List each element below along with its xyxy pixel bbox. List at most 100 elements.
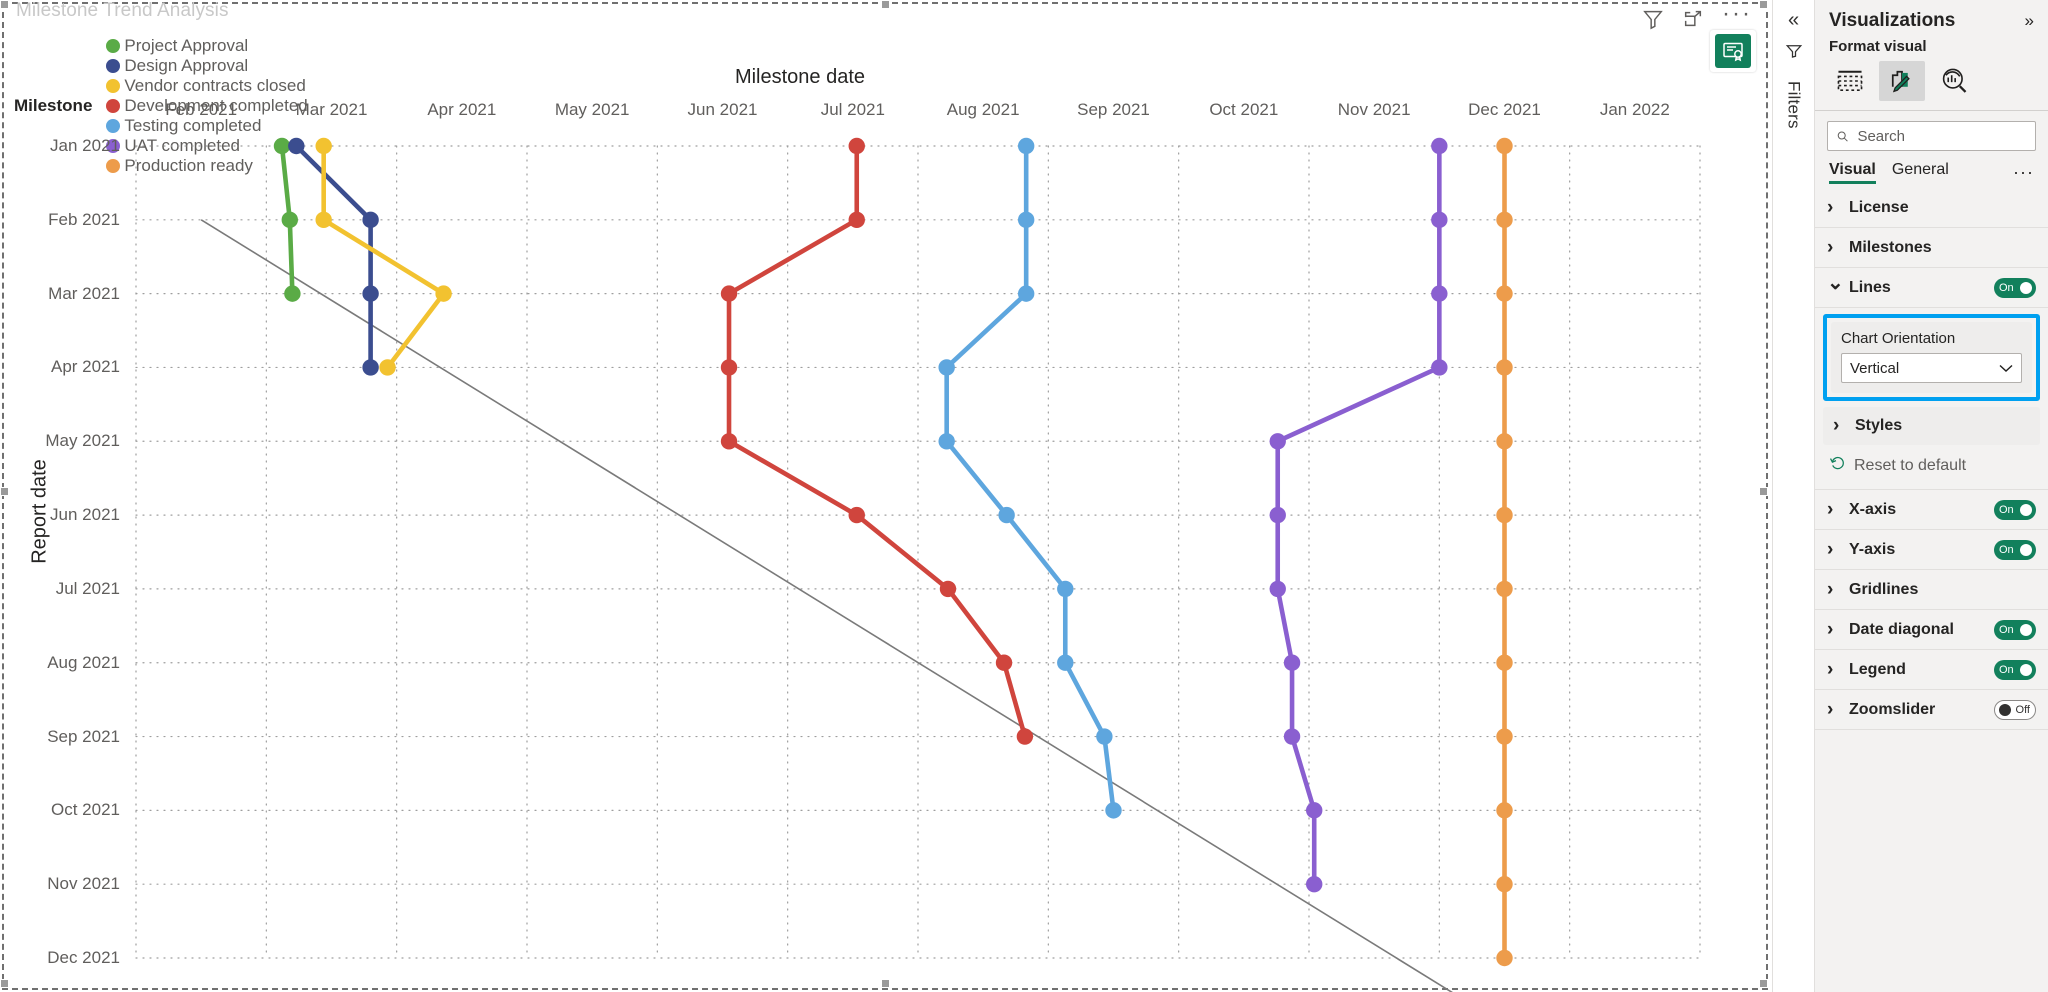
- toggle-switch[interactable]: On: [1994, 539, 2036, 560]
- format-card-date-diagonal[interactable]: › Date diagonal On: [1815, 610, 2048, 650]
- filter-funnel-icon[interactable]: [1785, 42, 1803, 65]
- filters-pane-collapsed[interactable]: « Filters: [1772, 0, 1814, 992]
- series-data-point[interactable]: [1017, 137, 1035, 155]
- series-data-point[interactable]: [938, 359, 955, 376]
- expand-filters-icon[interactable]: «: [1788, 10, 1799, 30]
- series-data-point[interactable]: [1057, 654, 1074, 671]
- series-data-point[interactable]: [938, 433, 955, 450]
- series-data-point[interactable]: [1017, 285, 1035, 302]
- series-data-point[interactable]: [284, 285, 301, 302]
- format-card-x-axis[interactable]: › X-axis On: [1815, 490, 2048, 530]
- series-data-point[interactable]: [379, 359, 396, 376]
- search-box[interactable]: [1827, 121, 2036, 151]
- series-data-point[interactable]: [1306, 802, 1323, 819]
- series-data-point[interactable]: [1017, 211, 1035, 229]
- series-data-point[interactable]: [362, 359, 379, 376]
- series-data-point[interactable]: [1016, 728, 1034, 745]
- pivot-visual[interactable]: Visual: [1829, 161, 1876, 184]
- milestone-trend-visual[interactable]: Milestone Trend Analysis ··· Milestone P…: [0, 0, 1772, 992]
- chart-series[interactable]: [288, 137, 379, 376]
- chevron-right-icon[interactable]: ›: [1827, 579, 1843, 601]
- pivot-overflow-icon[interactable]: ···: [2013, 162, 2034, 183]
- series-data-point[interactable]: [848, 137, 865, 155]
- chart-series[interactable]: [1269, 137, 1448, 893]
- series-data-point[interactable]: [362, 285, 379, 302]
- chart-series[interactable]: [315, 137, 452, 376]
- chart-series[interactable]: [938, 137, 1122, 819]
- chevron-right-icon[interactable]: ›: [1827, 499, 1843, 521]
- toggle-switch[interactable]: On: [1994, 277, 2036, 298]
- chart-orientation-dropdown[interactable]: Vertical: [1841, 353, 2022, 383]
- series-data-point[interactable]: [1496, 137, 1513, 155]
- chevron-down-icon[interactable]: ⌄: [1827, 270, 1844, 295]
- series-data-point[interactable]: [1269, 506, 1286, 524]
- collapse-pane-icon[interactable]: »: [2025, 11, 2034, 31]
- magnifier-chart-icon[interactable]: [1931, 61, 1977, 101]
- chevron-right-icon[interactable]: ›: [1827, 659, 1843, 681]
- format-card-legend[interactable]: › Legend On: [1815, 650, 2048, 690]
- series-data-point[interactable]: [1096, 728, 1113, 745]
- chevron-right-icon[interactable]: ›: [1827, 699, 1843, 721]
- format-card-gridlines[interactable]: › Gridlines: [1815, 570, 2048, 610]
- series-data-point[interactable]: [848, 506, 865, 524]
- series-data-point[interactable]: [1283, 654, 1301, 671]
- series-data-point[interactable]: [1105, 802, 1122, 819]
- series-data-point[interactable]: [1306, 875, 1323, 893]
- series-data-point[interactable]: [1496, 728, 1513, 745]
- series-data-point[interactable]: [1496, 285, 1513, 302]
- format-card-milestones[interactable]: › Milestones: [1815, 228, 2048, 268]
- series-data-point[interactable]: [1496, 506, 1513, 524]
- format-card-y-axis[interactable]: › Y-axis On: [1815, 530, 2048, 570]
- chevron-right-icon[interactable]: ›: [1833, 415, 1849, 437]
- series-data-point[interactable]: [720, 359, 738, 376]
- format-card-lines[interactable]: ⌄ Lines On: [1815, 268, 2048, 308]
- fields-table-icon[interactable]: [1827, 61, 1873, 101]
- paintbrush-icon[interactable]: [1879, 61, 1925, 101]
- series-data-point[interactable]: [848, 211, 865, 229]
- series-data-point[interactable]: [1496, 802, 1513, 819]
- series-data-point[interactable]: [1283, 728, 1301, 745]
- series-data-point[interactable]: [1496, 580, 1513, 598]
- styles-subcard[interactable]: › Styles: [1823, 407, 2040, 445]
- format-card-zoomslider[interactable]: › Zoomslider Off: [1815, 690, 2048, 730]
- chart-series[interactable]: [720, 137, 1034, 745]
- series-data-point[interactable]: [1496, 654, 1513, 671]
- series-data-point[interactable]: [315, 211, 332, 229]
- series-data-point[interactable]: [1269, 580, 1286, 598]
- chart-plot-area[interactable]: Feb 2021 Mar 2021 Apr 2021 May 2021 Jun 2021…: [0, 0, 1772, 992]
- series-data-point[interactable]: [720, 285, 738, 302]
- series-data-point[interactable]: [1496, 433, 1513, 450]
- chevron-right-icon[interactable]: ›: [1827, 197, 1843, 219]
- series-data-point[interactable]: [1496, 875, 1513, 893]
- chevron-right-icon[interactable]: ›: [1827, 237, 1843, 259]
- series-data-point[interactable]: [281, 211, 298, 229]
- visualizations-pane[interactable]: Visualizations » Format visual Search Vi…: [1814, 0, 2048, 992]
- series-data-point[interactable]: [1496, 211, 1513, 229]
- chart-series[interactable]: [1496, 137, 1513, 967]
- toggle-switch[interactable]: On: [1994, 499, 2036, 520]
- series-data-point[interactable]: [998, 506, 1015, 524]
- series-data-point[interactable]: [1431, 137, 1448, 155]
- toggle-switch[interactable]: Off: [1994, 699, 2036, 720]
- series-data-point[interactable]: [1269, 433, 1286, 450]
- series-data-point[interactable]: [435, 285, 452, 302]
- format-card-license[interactable]: › License: [1815, 188, 2048, 228]
- series-data-point[interactable]: [288, 137, 305, 155]
- toggle-switch[interactable]: On: [1994, 659, 2036, 680]
- series-data-point[interactable]: [315, 137, 332, 155]
- pivot-general[interactable]: General: [1892, 161, 1949, 184]
- search-input[interactable]: [1855, 126, 2027, 146]
- chart-series[interactable]: [273, 137, 301, 302]
- series-data-point[interactable]: [1431, 211, 1448, 229]
- series-data-point[interactable]: [1431, 285, 1448, 302]
- chevron-right-icon[interactable]: ›: [1827, 619, 1843, 641]
- toggle-switch[interactable]: On: [1994, 619, 2036, 640]
- series-data-point[interactable]: [1496, 949, 1513, 967]
- series-data-point[interactable]: [1057, 580, 1074, 598]
- series-data-point[interactable]: [939, 580, 957, 598]
- series-data-point[interactable]: [720, 433, 738, 450]
- series-data-point[interactable]: [1431, 359, 1448, 376]
- series-data-point[interactable]: [273, 137, 291, 155]
- chevron-right-icon[interactable]: ›: [1827, 539, 1843, 561]
- series-data-point[interactable]: [995, 654, 1013, 671]
